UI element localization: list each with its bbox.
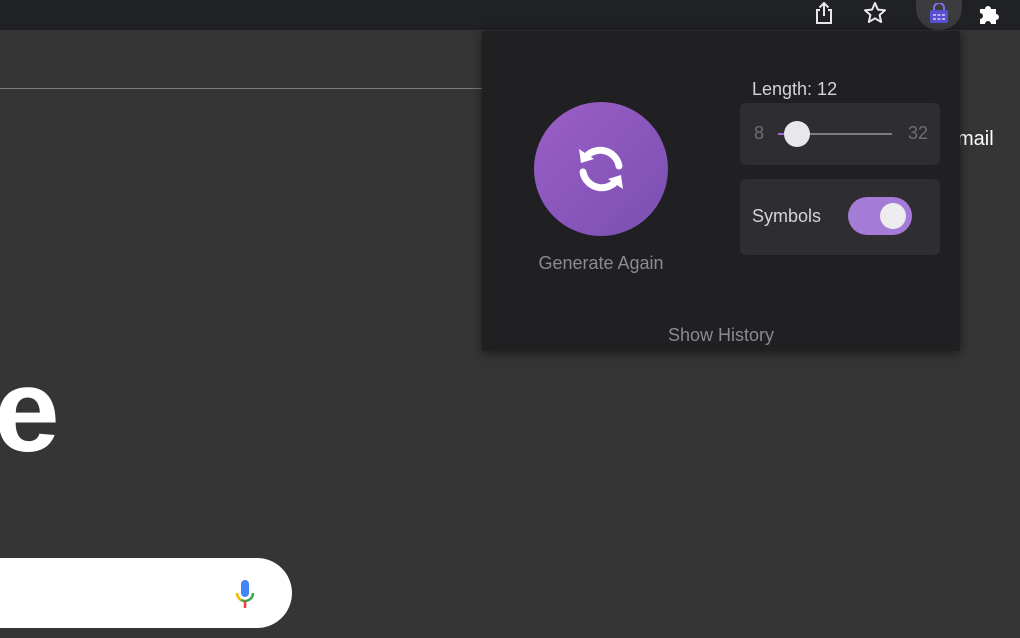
- share-icon[interactable]: [806, 0, 842, 26]
- symbols-card: Symbols: [740, 179, 940, 255]
- toggle-knob: [880, 203, 906, 229]
- password-generator-extension-icon[interactable]: [916, 0, 962, 30]
- show-history-link[interactable]: Show History: [482, 325, 960, 346]
- symbols-toggle[interactable]: [848, 197, 912, 235]
- slider-thumb[interactable]: [784, 121, 810, 147]
- length-slider[interactable]: [778, 121, 892, 147]
- generate-again-button[interactable]: [534, 102, 668, 236]
- puzzle-icon[interactable]: [971, 0, 1007, 26]
- refresh-icon: [579, 146, 623, 192]
- page-divider: [0, 88, 482, 89]
- browser-toolbar: [0, 0, 1020, 30]
- google-logo-fragment: e: [0, 345, 60, 477]
- slider-min-label: 8: [754, 123, 765, 143]
- slider-max-label: 32: [907, 123, 928, 143]
- microphone-icon[interactable]: [232, 578, 258, 612]
- password-generator-popup: Generate Again Length: 12 8 32 Symbols S…: [482, 31, 960, 351]
- length-slider-card: 8 32: [740, 103, 940, 165]
- symbols-label: Symbols: [752, 206, 822, 226]
- generate-again-label: Generate Again: [538, 253, 664, 273]
- gmail-link[interactable]: mail: [957, 128, 994, 151]
- length-label: Length: 12: [752, 79, 838, 99]
- star-icon[interactable]: [857, 0, 893, 26]
